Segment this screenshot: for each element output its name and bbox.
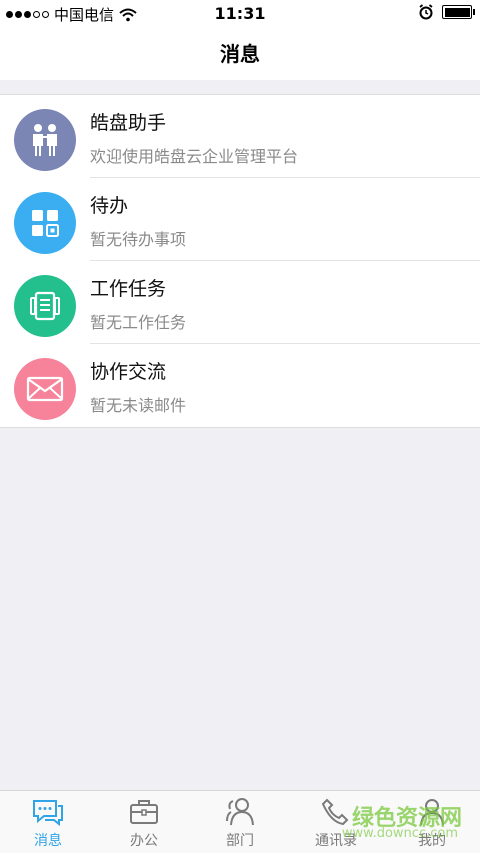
document-icon: [14, 275, 76, 337]
mail-icon: [14, 358, 76, 420]
item-title: 工作任务: [90, 278, 167, 300]
item-subtitle: 欢迎使用皓盘云企业管理平台: [90, 147, 299, 166]
tab-office[interactable]: 办公: [96, 791, 192, 853]
phone-icon: [321, 798, 349, 826]
item-subtitle: 暂无未读邮件: [90, 396, 187, 415]
tab-label: 办公: [130, 833, 158, 849]
tab-messages[interactable]: 消息: [0, 791, 96, 853]
people-icon: [226, 798, 254, 826]
battery-icon: [442, 5, 475, 19]
chat-icon: [33, 800, 63, 827]
tab-label: 消息: [34, 833, 62, 849]
item-title: 待办: [90, 195, 129, 217]
briefcase-icon: [130, 800, 158, 824]
list-item[interactable]: 工作任务 暂无工作任务: [0, 261, 480, 344]
page-title: 消息: [0, 28, 480, 80]
people-icon: [14, 109, 76, 171]
alarm-icon: [419, 4, 433, 20]
tab-label: 部门: [226, 833, 254, 849]
grid-icon: [14, 192, 76, 254]
status-right: [418, 4, 475, 20]
item-title: 皓盘助手: [90, 112, 167, 134]
tab-department[interactable]: 部门: [192, 791, 288, 853]
status-bar: 中国电信 11:31: [0, 0, 480, 28]
message-list: 皓盘助手 欢迎使用皓盘云企业管理平台 待办 暂无待办事项 工作任务 暂无工作任务…: [0, 94, 480, 428]
list-item[interactable]: 皓盘助手 欢迎使用皓盘云企业管理平台: [0, 95, 480, 178]
watermark-url: www.downcc.com: [341, 826, 458, 841]
item-title: 协作交流: [90, 361, 167, 383]
list-item[interactable]: 待办 暂无待办事项: [0, 178, 480, 261]
item-subtitle: 暂无待办事项: [90, 230, 187, 249]
list-item[interactable]: 协作交流 暂无未读邮件: [0, 344, 480, 427]
item-subtitle: 暂无工作任务: [90, 313, 187, 332]
status-time: 11:31: [214, 4, 266, 23]
